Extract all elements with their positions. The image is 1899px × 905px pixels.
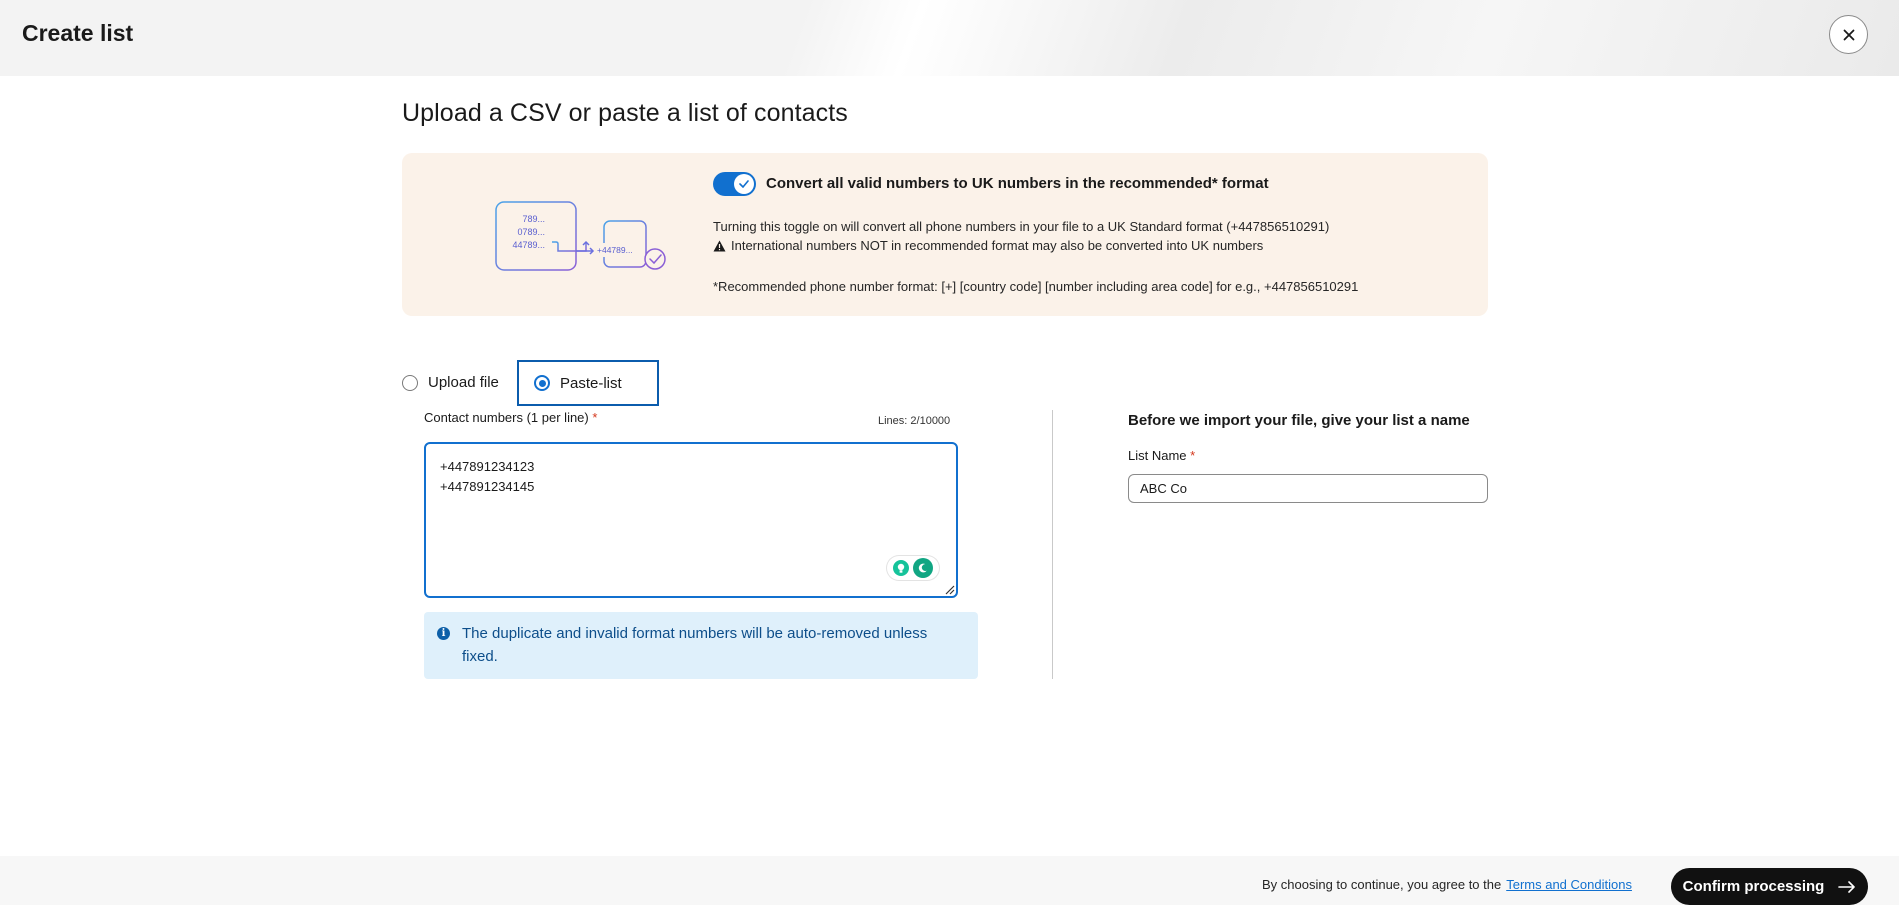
confirm-processing-button[interactable]: Confirm processing (1671, 868, 1868, 905)
list-name-input[interactable] (1128, 474, 1488, 503)
illus-result: +44789... (597, 245, 633, 255)
banner-description: Turning this toggle on will convert all … (713, 219, 1330, 234)
convert-uk-toggle[interactable] (713, 172, 756, 196)
radio-circle-upload[interactable] (402, 374, 418, 391)
terms-notice: By choosing to continue, you agree to th… (1262, 877, 1632, 892)
check-icon (739, 180, 749, 188)
illus-sample-3: 44789... (512, 240, 545, 250)
page-header-title: Create list (22, 20, 134, 46)
illus-sample-2: 0789... (517, 227, 545, 237)
info-icon: i (437, 627, 450, 640)
required-marker: * (592, 410, 598, 425)
warning-icon (713, 240, 726, 251)
auto-remove-alert: i The duplicate and invalid format numbe… (424, 612, 978, 679)
assistant-bulb-icon[interactable] (893, 560, 909, 576)
conversion-info-banner: 789... 0789... 44789... +44789... Conver… (402, 153, 1488, 316)
alert-text: The duplicate and invalid format numbers… (462, 625, 928, 665)
lines-counter: Lines: 2/10000 (878, 415, 951, 427)
close-button[interactable] (1829, 15, 1868, 54)
page-title: Upload a CSV or paste a list of contacts (402, 99, 848, 127)
radio-paste-list[interactable]: Paste-list (517, 360, 659, 406)
illus-sample-1: 789... (522, 214, 545, 224)
toggle-knob (734, 174, 754, 194)
required-marker: * (1190, 448, 1196, 463)
banner-format-note: *Recommended phone number format: [+] [c… (713, 279, 1359, 294)
confirm-label: Confirm processing (1682, 878, 1825, 895)
vertical-divider (1052, 410, 1053, 679)
radio-circle-paste[interactable] (534, 375, 550, 391)
terms-link[interactable]: Terms and Conditions (1506, 877, 1632, 892)
radio-paste-label: Paste-list (560, 374, 622, 392)
contact-numbers-textarea[interactable]: +447891234123 +447891234145 (424, 442, 958, 598)
radio-upload-file[interactable]: Upload file (402, 374, 499, 391)
resize-handle-icon[interactable] (943, 583, 955, 595)
radio-upload-label: Upload file (428, 374, 499, 391)
toggle-label: Convert all valid numbers to UK numbers … (766, 175, 1269, 192)
arrow-right-icon (1838, 880, 1856, 893)
bulb-icon (897, 563, 905, 573)
grammar-checker-icon[interactable] (913, 558, 933, 578)
close-icon (1843, 29, 1854, 40)
header-bar: Create list (0, 0, 1899, 76)
contacts-field-label: Contact numbers (1 per line) * (424, 410, 597, 425)
footer-bar: By choosing to continue, you agree to th… (0, 856, 1899, 905)
list-name-field-label: List Name * (1128, 448, 1195, 463)
number-conversion-illustration: 789... 0789... 44789... +44789... (495, 201, 666, 271)
crescent-icon (918, 563, 927, 573)
list-name-heading: Before we import your file, give your li… (1128, 412, 1470, 429)
list-name-label-text: List Name (1128, 448, 1187, 463)
banner-warning-text: International numbers NOT in recommended… (731, 238, 1264, 253)
textarea-extensions[interactable] (887, 556, 939, 580)
banner-warning: International numbers NOT in recommended… (713, 238, 1263, 253)
contacts-label-text: Contact numbers (1 per line) (424, 410, 589, 425)
terms-prefix: By choosing to continue, you agree to th… (1262, 877, 1502, 892)
